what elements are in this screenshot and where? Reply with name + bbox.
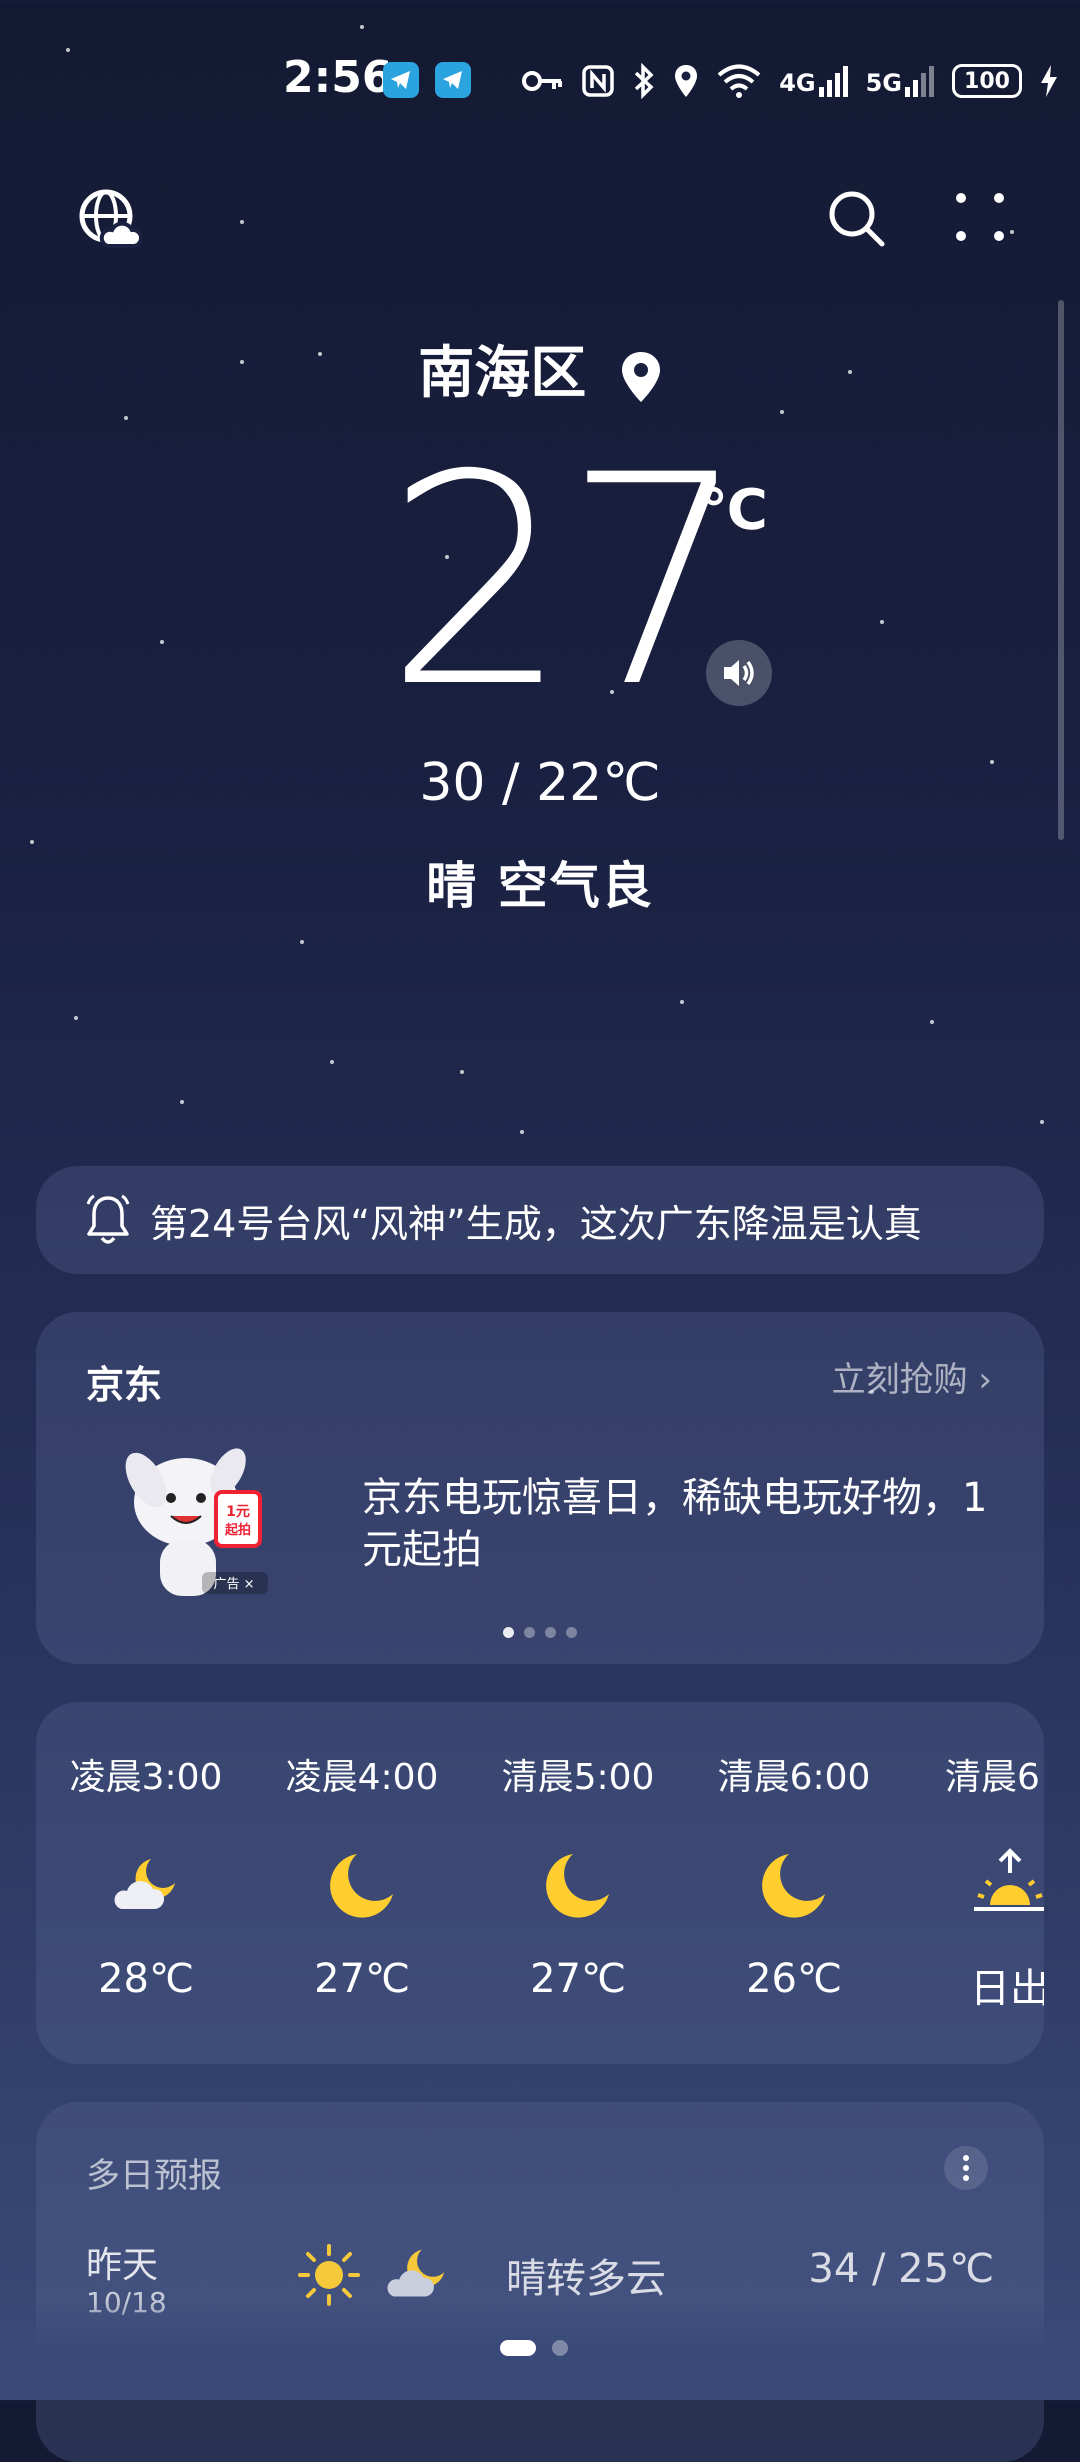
day-temperature-range: 34 / 25℃ [808, 2246, 994, 2292]
partly-cloudy-night-icon [387, 2249, 445, 2297]
bluetooth-icon [634, 63, 654, 99]
battery-indicator: 100 [952, 64, 1022, 98]
carousel-dot [545, 1627, 556, 1638]
moon-icon [330, 1854, 393, 1918]
day-name: 昨天 [86, 2245, 159, 2286]
svg-text:1元: 1元 [226, 1504, 250, 1520]
more-options-button[interactable] [955, 192, 1015, 252]
partly-cloudy-night-icon [114, 1859, 175, 1909]
hourly-forecast-card[interactable]: 凌晨3:00 28℃ 凌晨4:00 27℃ 清晨5:00 27℃ 清晨6:00 … [36, 1702, 1044, 2064]
bell-alert-icon [86, 1194, 130, 1244]
more-dots-icon [956, 193, 1004, 241]
search-button[interactable] [826, 188, 886, 248]
signal-5g-icon: 5G [866, 65, 934, 97]
page-indicator [500, 2340, 568, 2356]
speaker-icon [724, 660, 754, 686]
location-icon [675, 65, 698, 97]
signal-4g-icon: 4G [779, 65, 848, 97]
svg-text:起拍: 起拍 [224, 1522, 251, 1538]
buy-now-link[interactable]: 立刻抢购 › [832, 1352, 992, 1401]
vpn-key-icon [522, 71, 563, 91]
carousel-dot [503, 1627, 514, 1638]
day-condition: 晴转多云 [506, 2256, 666, 2302]
weather-alert-news-card[interactable]: 第24号台风“风神”生成，这次广东降温是认真 [36, 1166, 1044, 1274]
moon-icon [762, 1854, 825, 1918]
current-temperature: 27 [385, 414, 748, 751]
hourly-item[interactable]: 清晨5:00 27℃ [478, 1748, 678, 2002]
svg-text:广告 ×: 广告 × [213, 1577, 254, 1592]
vertical-dots-icon [963, 2155, 969, 2181]
weather-condition: 晴 空气良 [426, 857, 654, 915]
daily-more-button[interactable] [944, 2146, 988, 2190]
ad-brand: 京东 [86, 1363, 163, 1407]
ad-description: 京东电玩惊喜日，稀缺电玩好物，1元起拍 [362, 1475, 988, 1573]
page-dot [552, 2340, 568, 2356]
page-dot-active [500, 2340, 536, 2356]
globe-cloud-icon [79, 189, 144, 248]
telegram-notification-icon [383, 62, 419, 98]
daily-forecast-title: 多日预报 [86, 2156, 222, 2196]
wifi-icon [717, 64, 761, 98]
location-pin-icon [621, 351, 660, 402]
location-title[interactable]: 南海区 [0, 328, 1080, 409]
status-time: 2:56 [283, 52, 393, 103]
jd-ad-card[interactable]: 京东 立刻抢购 › 1元 起拍 广告 × 京东电玩惊喜日，稀缺电玩好物，1元起拍 [36, 1312, 1044, 1664]
carousel-dot [566, 1627, 577, 1638]
hourly-item[interactable]: 清晨6:00 26℃ [694, 1748, 894, 2002]
voice-broadcast-button[interactable] [706, 640, 772, 706]
manage-cities-button[interactable] [78, 188, 144, 252]
hourly-item[interactable]: 凌晨4:00 27℃ [262, 1748, 462, 2002]
temperature-unit: ℃ [700, 478, 768, 543]
news-headline: 第24号台风“风神”生成，这次广东降温是认真 [150, 1201, 922, 1246]
search-icon [829, 191, 885, 247]
moon-icon [546, 1854, 609, 1918]
nfc-icon [582, 65, 614, 97]
scrollbar[interactable] [1058, 300, 1064, 840]
temperature-range: 30 / 22℃ [419, 753, 661, 813]
status-icons: 4G 5G 100 [521, 54, 1058, 108]
telegram-notification-icon [435, 62, 471, 98]
sunrise-icon [974, 1848, 1044, 1911]
jd-mascot-image: 1元 起拍 广告 × [116, 1432, 276, 1612]
hourly-item[interactable]: 凌晨3:00 28℃ [46, 1748, 246, 2002]
carousel-dot [524, 1627, 535, 1638]
daily-forecast-card[interactable]: 多日预报 昨天 10/18 晴转多云 34 / 25℃ [36, 2102, 1044, 2462]
charging-bolt-icon [1041, 65, 1057, 97]
hourly-item[interactable]: 清晨6:2 日出 [910, 1748, 1044, 2014]
ad-carousel-dots [36, 1627, 1044, 1638]
